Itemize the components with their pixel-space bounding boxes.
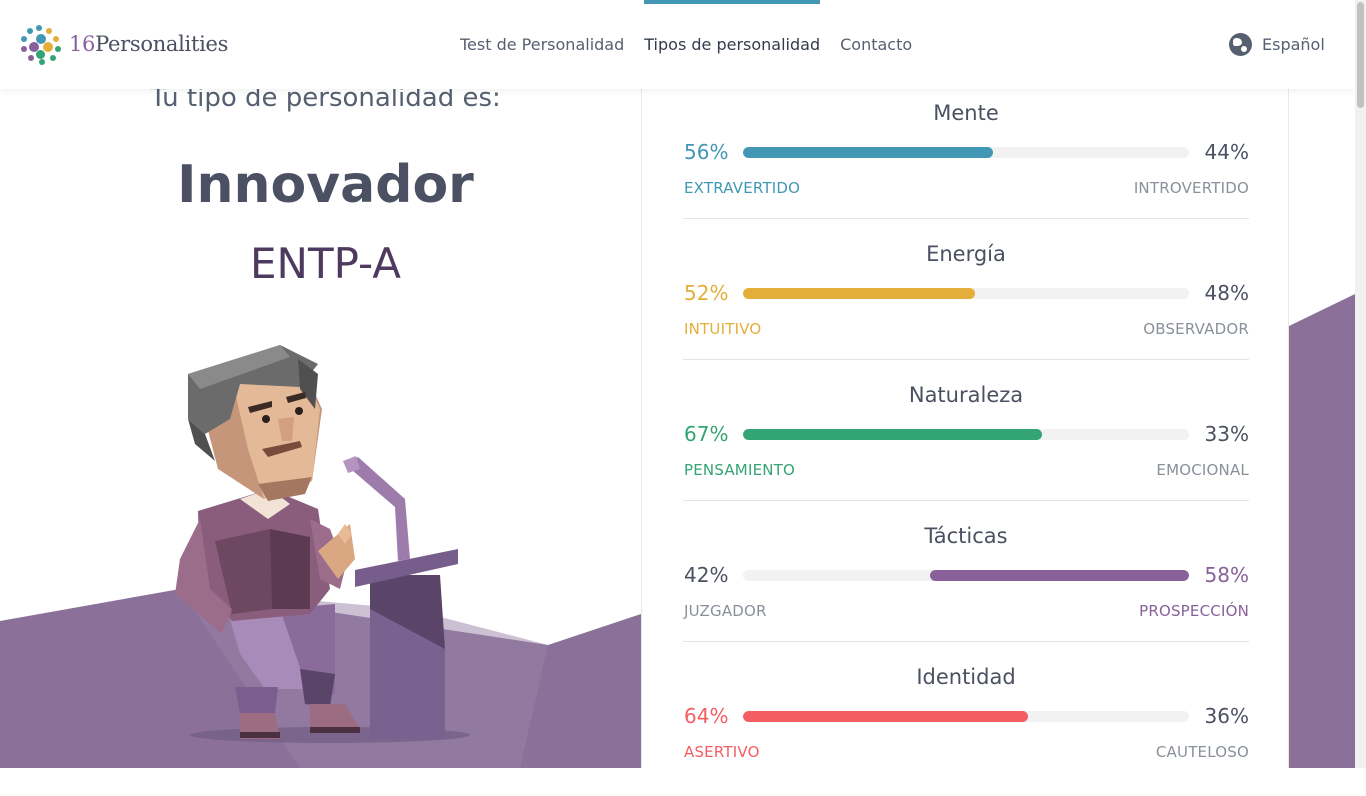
- trait-left-label: EXTRAVERTIDO: [684, 179, 801, 197]
- result-subtitle: Tu tipo de personalidad es:: [150, 89, 501, 113]
- trait-right-percent: 33%: [1204, 422, 1249, 446]
- trait-right-label: EMOCIONAL: [1156, 461, 1249, 479]
- trait-bar-fill: [743, 147, 993, 158]
- decorative-background: [1289, 89, 1355, 768]
- trait-title: Tácticas: [924, 524, 1008, 548]
- trait-title: Identidad: [916, 665, 1016, 689]
- trait-left-percent: 52%: [684, 281, 729, 305]
- trait-nature: Naturaleza 67% 33% PENSAMIENTO EMOCIONAL: [683, 373, 1249, 514]
- trait-identity: Identidad 64% 36% ASERTIVO CAUTELOSO: [683, 655, 1249, 796]
- page-scrollbar[interactable]: [1355, 0, 1366, 768]
- trait-bar: [743, 147, 1189, 158]
- type-name: Innovador: [177, 155, 474, 215]
- trait-mind: Mente 56% 44% EXTRAVERTIDO INTROVERTIDO: [683, 91, 1249, 232]
- divider: [683, 359, 1249, 360]
- nav-test[interactable]: Test de Personalidad: [460, 0, 624, 89]
- trait-bar: [743, 429, 1189, 440]
- trait-bar: [743, 288, 1189, 299]
- language-label: Español: [1262, 35, 1325, 54]
- trait-right-label: CAUTELOSO: [1155, 743, 1249, 761]
- trait-right-label: OBSERVADOR: [1143, 320, 1249, 338]
- main-nav: Test de Personalidad Tipos de personalid…: [460, 0, 912, 89]
- divider: [683, 218, 1249, 219]
- trait-left-percent: 64%: [684, 704, 729, 728]
- logo[interactable]: 16Personalities: [19, 22, 228, 66]
- language-selector[interactable]: Español: [1229, 33, 1325, 56]
- logo-text: Personalities: [95, 32, 229, 56]
- result-summary: Tu tipo de personalidad es: Innovador EN…: [0, 89, 641, 768]
- trait-bar-fill: [743, 429, 1042, 440]
- site-header: 16Personalities Test de Personalidad Tip…: [0, 0, 1355, 89]
- trait-right-label: PROSPECCIÓN: [1139, 602, 1249, 620]
- trait-left-label: ASERTIVO: [684, 743, 760, 761]
- trait-title: Energía: [926, 242, 1006, 266]
- logo-icon: [19, 22, 63, 66]
- divider: [683, 500, 1249, 501]
- trait-left-percent: 56%: [684, 140, 729, 164]
- trait-right-label: INTROVERTIDO: [1133, 179, 1249, 197]
- trait-bar-fill: [930, 570, 1189, 581]
- trait-bar-fill: [743, 711, 1029, 722]
- trait-right-percent: 44%: [1204, 140, 1249, 164]
- trait-title: Mente: [933, 101, 999, 125]
- trait-right-percent: 48%: [1204, 281, 1249, 305]
- trait-left-label: INTUITIVO: [684, 320, 762, 338]
- trait-bar: [743, 711, 1189, 722]
- trait-title: Naturaleza: [908, 383, 1024, 407]
- nav-contact[interactable]: Contacto: [840, 0, 912, 89]
- trait-energy: Energía 52% 48% INTUITIVO OBSERVADOR: [683, 232, 1249, 373]
- nav-types[interactable]: Tipos de personalidad: [644, 0, 820, 89]
- trait-right-percent: 58%: [1204, 563, 1249, 587]
- trait-right-percent: 36%: [1204, 704, 1249, 728]
- trait-left-percent: 67%: [684, 422, 729, 446]
- logo-number: 16: [69, 32, 96, 56]
- trait-left-percent: 42%: [684, 563, 729, 587]
- traits-panel: Mente 56% 44% EXTRAVERTIDO INTROVERTIDO …: [641, 89, 1289, 768]
- trait-bar-fill: [743, 288, 975, 299]
- globe-icon: [1229, 33, 1252, 56]
- divider: [683, 641, 1249, 642]
- scrollbar-thumb[interactable]: [1357, 2, 1364, 108]
- trait-tactics: Tácticas 42% 58% JUZGADOR PROSPECCIÓN: [683, 514, 1249, 655]
- trait-left-label: PENSAMIENTO: [684, 461, 796, 479]
- trait-bar: [743, 570, 1189, 581]
- trait-left-label: JUZGADOR: [684, 602, 767, 620]
- type-code: ENTP-A: [250, 239, 401, 288]
